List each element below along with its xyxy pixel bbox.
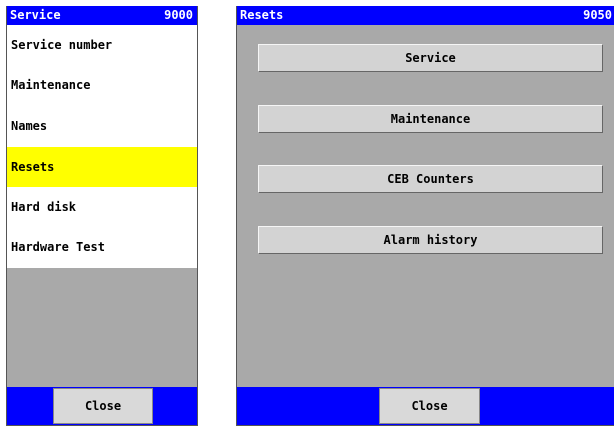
service-window-code: 9000 xyxy=(164,8,193,22)
reset-service-button[interactable]: Service xyxy=(258,44,603,72)
reset-maintenance-button[interactable]: Maintenance xyxy=(258,105,603,133)
resets-window-title: Resets xyxy=(240,8,284,22)
resets-window: Resets 9050 Service Maintenance CEB Coun… xyxy=(236,6,614,426)
menu-item-label: Service number xyxy=(11,38,113,52)
reset-alarm-history-button[interactable]: Alarm history xyxy=(258,226,603,254)
reset-button-label: Alarm history xyxy=(383,233,478,247)
reset-button-label: CEB Counters xyxy=(387,172,474,186)
menu-empty-area xyxy=(7,268,197,387)
menu-item-label: Resets xyxy=(11,160,55,174)
reset-ceb-counters-button[interactable]: CEB Counters xyxy=(258,165,603,193)
close-button[interactable]: Close xyxy=(379,388,480,424)
resets-titlebar: Resets 9050 xyxy=(237,6,614,25)
menu-item-service-number[interactable]: Service number xyxy=(7,25,197,65)
service-titlebar: Service 9000 xyxy=(7,6,197,25)
resets-bottombar: Close xyxy=(237,387,614,425)
menu-item-hardware-test[interactable]: Hardware Test xyxy=(7,227,197,267)
menu-item-label: Maintenance xyxy=(11,78,91,92)
service-window: Service 9000 Service number Maintenance … xyxy=(6,6,198,426)
close-button-label: Close xyxy=(411,399,448,413)
menu-item-resets[interactable]: Resets xyxy=(7,147,197,187)
menu-item-hard-disk[interactable]: Hard disk xyxy=(7,187,197,227)
menu-item-label: Names xyxy=(11,119,48,133)
menu-item-label: Hardware Test xyxy=(11,240,105,254)
service-bottombar: Close xyxy=(7,387,197,425)
reset-button-label: Maintenance xyxy=(390,112,471,126)
close-button[interactable]: Close xyxy=(53,388,153,424)
resets-window-code: 9050 xyxy=(583,8,612,22)
menu-item-label: Hard disk xyxy=(11,200,77,214)
reset-button-label: Service xyxy=(405,51,456,65)
menu-item-maintenance[interactable]: Maintenance xyxy=(7,65,197,105)
service-window-title: Service xyxy=(10,8,61,22)
close-button-label: Close xyxy=(84,399,122,413)
resets-content: Service Maintenance CEB Counters Alarm h… xyxy=(237,25,614,387)
menu-item-names[interactable]: Names xyxy=(7,106,197,146)
